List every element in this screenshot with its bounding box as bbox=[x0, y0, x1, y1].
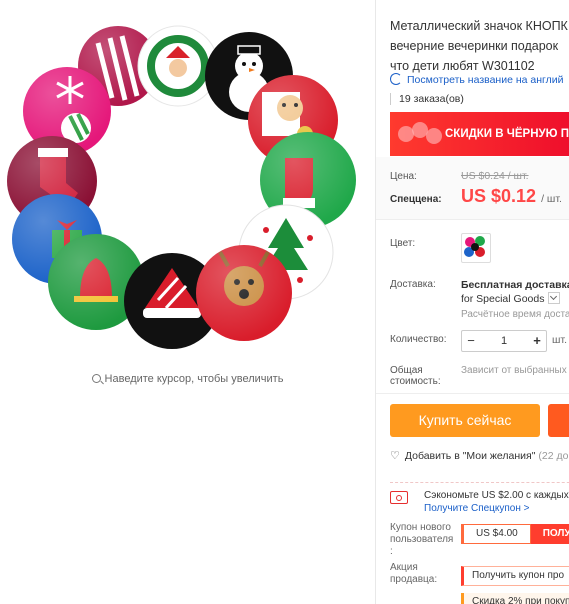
quantity-decrease-button[interactable]: − bbox=[462, 331, 480, 351]
label-line: пользователя bbox=[390, 534, 454, 545]
wishlist-text: Добавить в "Мои желания" bbox=[404, 450, 536, 462]
translate-title-link[interactable]: Посмотреть название на англий bbox=[390, 73, 564, 86]
product-gallery: Наведите курсор, чтобы увеличить bbox=[0, 0, 375, 604]
new-user-coupon-label: Купон нового пользователя : bbox=[390, 522, 453, 558]
promo-block: Сэкономьте US $2.00 с каждых Получите Сп… bbox=[390, 482, 569, 519]
shipping-time: Расчётное время доста bbox=[461, 309, 569, 320]
translate-link-text: Посмотреть название на англий bbox=[407, 74, 564, 86]
color-label: Цвет: bbox=[390, 238, 416, 249]
product-details: Металлический значок КНОПК вечерние вече… bbox=[376, 0, 569, 604]
product-title: Металлический значок КНОПК вечерние вече… bbox=[390, 16, 569, 76]
seller-coupon-button[interactable]: Получить купон про bbox=[461, 566, 569, 586]
banner-decoration bbox=[398, 122, 442, 144]
new-user-coupon: US $4.00 ПОЛУ bbox=[461, 524, 569, 544]
title-line: вечерние вечеринки подарок bbox=[390, 39, 559, 53]
sale-banner[interactable]: СКИДКИ В ЧЁРНУЮ П bbox=[390, 112, 569, 156]
quantity-label: Количество: bbox=[390, 334, 447, 345]
label-line: Купон нового bbox=[390, 522, 451, 533]
buy-now-button[interactable]: Купить сейчас bbox=[390, 404, 540, 437]
translate-icon bbox=[390, 73, 402, 85]
swatch-thumbnail bbox=[464, 236, 485, 257]
get-coupon-link[interactable]: Получите Спецкупон > bbox=[424, 503, 530, 514]
quantity-stepper: − 1 + bbox=[461, 330, 547, 352]
old-price: US $0.24 / шт. bbox=[461, 170, 529, 182]
total-label-line: стоимость: bbox=[390, 376, 441, 387]
product-image[interactable] bbox=[0, 8, 375, 358]
coupon-icon bbox=[390, 491, 408, 504]
shipping-method-select[interactable]: for Special Goods bbox=[461, 292, 561, 305]
title-line: Металлический значок КНОПК bbox=[390, 19, 568, 33]
magnifier-icon bbox=[91, 374, 101, 383]
label-line: продавца: bbox=[390, 574, 438, 585]
special-price-value: US $0.12 bbox=[461, 186, 537, 206]
shipping-label: Доставка: bbox=[390, 279, 436, 290]
zoom-hint: Наведите курсор, чтобы увеличить bbox=[0, 373, 375, 385]
coupon-amount: US $4.00 bbox=[461, 524, 531, 544]
seller-discount: Скидка 2% при покуп bbox=[461, 593, 569, 604]
heart-icon: ♡ bbox=[390, 450, 400, 462]
special-price-label: Спеццена: bbox=[390, 194, 442, 205]
get-coupon-button[interactable]: ПОЛУ bbox=[530, 524, 569, 544]
wishlist-count: (22 до bbox=[538, 450, 569, 462]
zoom-hint-text: Наведите курсор, чтобы увеличить bbox=[104, 373, 284, 385]
quantity-increase-button[interactable]: + bbox=[528, 331, 546, 351]
orders-count: 19 заказа(ов) bbox=[390, 93, 464, 105]
label-line: : bbox=[390, 546, 393, 557]
chevron-down-icon bbox=[548, 292, 561, 304]
total-label-line: Общая bbox=[390, 365, 423, 376]
total-label: Общая стоимость: bbox=[390, 365, 441, 387]
divider bbox=[376, 393, 569, 394]
shipping-free: Бесплатная доставка bbox=[461, 279, 569, 291]
total-value: Зависит от выбранных bbox=[461, 365, 567, 376]
add-to-wishlist-link[interactable]: ♡ Добавить в "Мои желания" (22 до bbox=[390, 449, 568, 462]
label-line: Акция bbox=[390, 562, 418, 573]
special-price: US $0.12 / шт. bbox=[461, 186, 562, 207]
seller-promo-label: Акция продавца: bbox=[390, 562, 437, 586]
add-to-cart-button[interactable] bbox=[548, 404, 569, 437]
price-label: Цена: bbox=[390, 171, 417, 182]
quantity-unit: шт. bbox=[552, 334, 567, 346]
shipping-method: for Special Goods bbox=[461, 293, 545, 305]
quantity-input[interactable]: 1 bbox=[482, 331, 526, 351]
color-swatch[interactable] bbox=[461, 233, 491, 263]
promo-save-text: Сэкономьте US $2.00 с каждых bbox=[424, 490, 569, 501]
price-unit: / шт. bbox=[541, 193, 562, 205]
badge-reindeer bbox=[196, 245, 292, 341]
badge-santa-wreath bbox=[137, 25, 219, 107]
banner-text: СКИДКИ В ЧЁРНУЮ П bbox=[445, 128, 569, 140]
